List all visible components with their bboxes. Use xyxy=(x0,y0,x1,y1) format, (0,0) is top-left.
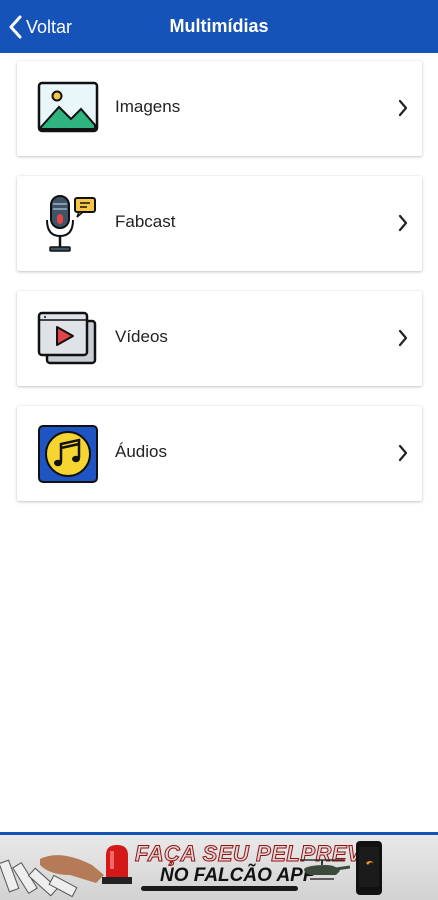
video-play-icon xyxy=(37,309,99,369)
chevron-right-icon xyxy=(398,214,408,237)
list-item-fabcast[interactable]: Fabcast xyxy=(17,176,422,271)
list-item-audios[interactable]: Áudios xyxy=(17,406,422,501)
list-item-images[interactable]: Imagens xyxy=(17,61,422,156)
helicopter-icon xyxy=(300,859,350,880)
top-bar: Voltar Multimídias xyxy=(0,0,438,53)
list-item-label: Áudios xyxy=(115,442,167,461)
phone-graphic xyxy=(356,841,382,895)
microphone-icon xyxy=(37,194,99,254)
multimedia-list: Imagens Fabcast Vídeos Áudios xyxy=(17,61,422,521)
list-item-videos[interactable]: Vídeos xyxy=(17,291,422,386)
image-icon xyxy=(37,79,99,139)
chevron-right-icon xyxy=(398,99,408,122)
list-item-label: Imagens xyxy=(115,97,181,116)
banner-subheadline: NO FALCÃO APP xyxy=(160,865,316,886)
siren-icon xyxy=(102,845,132,884)
list-item-label: Vídeos xyxy=(115,327,168,346)
home-indicator xyxy=(141,886,298,891)
chevron-right-icon xyxy=(398,444,408,467)
list-item-label: Fabcast xyxy=(115,212,176,231)
music-note-icon xyxy=(37,424,99,484)
chevron-right-icon xyxy=(398,329,408,352)
dominoes-hand-graphic xyxy=(0,855,104,898)
page-title: Multimídias xyxy=(169,16,269,36)
